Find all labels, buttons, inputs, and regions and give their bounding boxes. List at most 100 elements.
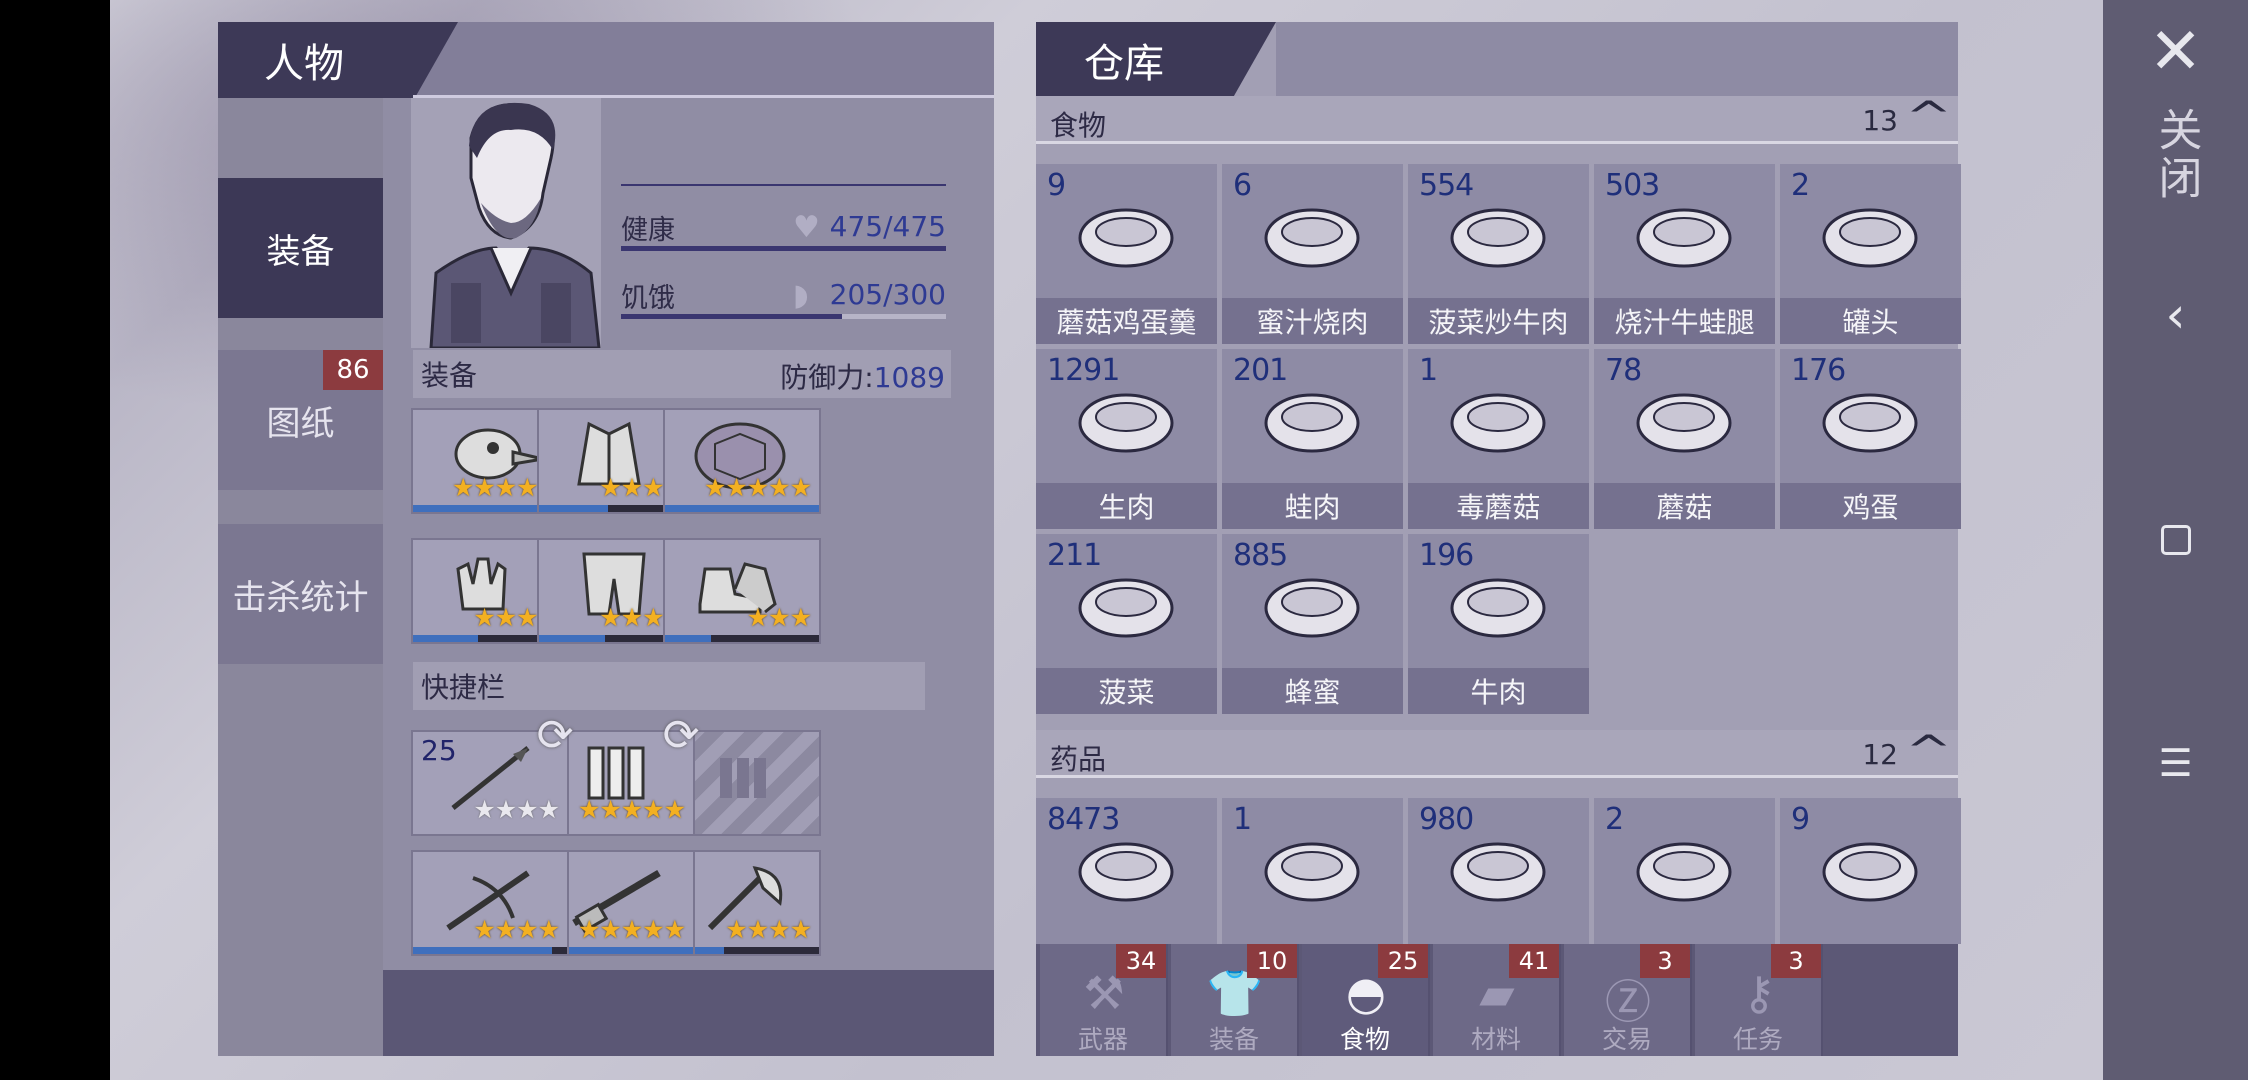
- rating-stars: ★★★★★: [577, 795, 686, 824]
- inventory-item[interactable]: 201 蛙肉: [1222, 349, 1403, 529]
- equipment-slot[interactable]: ★★★★★: [663, 408, 821, 514]
- durability-bar: [413, 947, 567, 954]
- durability-bar: [665, 505, 819, 512]
- collapse-chevron-icon[interactable]: ^: [1906, 728, 1953, 774]
- inventory-item[interactable]: 78 蘑菇: [1594, 349, 1775, 529]
- equipment-slot[interactable]: ★★★: [663, 538, 821, 644]
- refresh-icon[interactable]: ⟳: [655, 710, 707, 762]
- hunger-bar-track: [621, 314, 946, 319]
- item-count: 2: [1605, 802, 1624, 837]
- item-count: 2: [1791, 168, 1810, 203]
- tab-blueprints[interactable]: 图纸 86: [218, 350, 383, 490]
- tab-badge: 25: [1378, 944, 1428, 978]
- menu-icon[interactable]: ☰: [2103, 728, 2248, 798]
- inventory-item[interactable]: 6 蜜汁烧肉: [1222, 164, 1403, 344]
- inventory-item[interactable]: 211 菠菜: [1036, 534, 1217, 714]
- spinach-icon: [1078, 578, 1174, 638]
- rating-stars: ★★★★★: [703, 473, 812, 502]
- character-title: 人物: [264, 41, 344, 87]
- collapse-chevron-icon[interactable]: ^: [1906, 94, 1953, 140]
- inventory-item[interactable]: 9 蘑菇鸡蛋羹: [1036, 164, 1217, 344]
- home-icon[interactable]: [2103, 505, 2248, 575]
- food-category-header[interactable]: 食物 13 ^: [1036, 94, 1958, 144]
- item-count: 8473: [1047, 802, 1120, 837]
- character-info: 健康 ♥ 475/475 饥饿 ◗ 205/300 装备 防御力:1089 ★★…: [383, 98, 994, 970]
- durability-fill: [665, 505, 819, 512]
- soup-bowl-icon: [1078, 208, 1174, 268]
- storage-tab[interactable]: ⚷ 任务 3: [1695, 944, 1823, 1056]
- medicine-category-header[interactable]: 药品 12 ^: [1036, 728, 1958, 778]
- item-name: 牛肉: [1408, 668, 1589, 714]
- item-name: 蘑菇: [1594, 483, 1775, 529]
- item-name: 蜂蜜: [1222, 668, 1403, 714]
- item-count: 885: [1233, 538, 1288, 573]
- close-icon[interactable]: ✕: [2103, 12, 2248, 92]
- side-tabs: 装备 图纸 86 击杀统计: [218, 98, 383, 1056]
- item-name: 蘑菇鸡蛋羹: [1036, 298, 1217, 344]
- game-view: 人物 装备 图纸 86 击杀统计 健康 ♥ 475/475 饥饿 ◗ 205/3…: [110, 0, 2103, 1080]
- item-name: 生肉: [1036, 483, 1217, 529]
- system-nav-bar: ✕ 关闭 ‹ ☰: [2103, 0, 2248, 1080]
- storage-tab-label: 食物: [1339, 1025, 1390, 1054]
- honeycomb-icon: [1264, 578, 1360, 638]
- inventory-item[interactable]: 2 罐头: [1780, 164, 1961, 344]
- inventory-item[interactable]: 885 蜂蜜: [1222, 534, 1403, 714]
- inventory-item[interactable]: 196 牛肉: [1408, 534, 1589, 714]
- inventory-item[interactable]: 503 烧汁牛蛙腿: [1594, 164, 1775, 344]
- durability-fill: [413, 635, 478, 642]
- inventory-item[interactable]: 176 鸡蛋: [1780, 349, 1961, 529]
- item-count: 554: [1419, 168, 1474, 203]
- rating-stars: ★★★★★: [577, 915, 686, 944]
- inventory-item[interactable]: 1: [1222, 798, 1403, 944]
- bottle-icon: [1450, 842, 1546, 902]
- inventory-item[interactable]: 980: [1408, 798, 1589, 944]
- item-count: 25: [421, 734, 457, 767]
- storage-title: 仓库: [1084, 41, 1164, 87]
- item-name: 烧汁牛蛙腿: [1594, 298, 1775, 344]
- mortar-icon: [1822, 842, 1918, 902]
- item-count: 6: [1233, 168, 1252, 203]
- item-count: 201: [1233, 353, 1288, 388]
- tab-blueprints-label: 图纸: [266, 403, 335, 444]
- storage-panel: 仓库 食物 13 ^ 9 蘑菇鸡蛋羹 6 蜜汁烧肉 554 菠菜炒牛肉 503 烧汁牛蛙腿 2 罐…: [1036, 22, 1961, 1056]
- storage-tab[interactable]: Ⓩ 交易 3: [1564, 944, 1692, 1056]
- tab-badge: 41: [1509, 944, 1559, 978]
- equipment-section-header: 装备 防御力:1089: [413, 350, 951, 398]
- inventory-item[interactable]: 8473: [1036, 798, 1217, 944]
- inventory-item[interactable]: 9: [1780, 798, 1961, 944]
- inventory-item[interactable]: 2: [1594, 798, 1775, 944]
- inventory-item[interactable]: 1291 生肉: [1036, 349, 1217, 529]
- close-label[interactable]: 关闭: [2103, 100, 2248, 210]
- tab-badge: 3: [1771, 944, 1821, 978]
- item-count: 196: [1419, 538, 1474, 573]
- defense-value: 1089: [873, 361, 945, 394]
- refresh-icon[interactable]: ⟳: [529, 710, 581, 762]
- item-count: 211: [1047, 538, 1102, 573]
- quickbar-slot[interactable]: ★★★★: [411, 850, 569, 956]
- durability-fill: [413, 947, 552, 954]
- item-name: 蛙肉: [1222, 483, 1403, 529]
- durability-fill: [539, 635, 606, 642]
- canned-food-icon: [1822, 208, 1918, 268]
- food-category-count: 13: [1862, 104, 1898, 137]
- medkit-icon: [1078, 842, 1174, 902]
- storage-tab[interactable]: ⚒ 武器 34: [1040, 944, 1168, 1056]
- back-icon[interactable]: ‹: [2103, 280, 2248, 350]
- item-count: 1: [1233, 802, 1252, 837]
- storage-tab[interactable]: ▰ 材料 41: [1433, 944, 1561, 1056]
- storage-tab[interactable]: 👕 装备 10: [1171, 944, 1299, 1056]
- item-name: 蜜汁烧肉: [1222, 298, 1403, 344]
- tab-kill-stats[interactable]: 击杀统计: [218, 524, 383, 664]
- rating-stars: ★★★: [746, 603, 812, 632]
- item-count: 176: [1791, 353, 1846, 388]
- health-value: 475/475: [829, 210, 946, 243]
- inventory-item[interactable]: 1 毒蘑菇: [1408, 349, 1589, 529]
- tab-equipment[interactable]: 装备: [218, 178, 383, 318]
- storage-title-tab: 仓库: [1036, 22, 1276, 98]
- hunger-bar-fill: [621, 314, 842, 319]
- blueprints-badge: 86: [323, 350, 383, 390]
- inventory-item[interactable]: 554 菠菜炒牛肉: [1408, 164, 1589, 344]
- tab-badge: 3: [1640, 944, 1690, 978]
- hunger-label: 饥饿: [621, 283, 675, 314]
- storage-tab[interactable]: ◓ 食物 25: [1302, 944, 1430, 1056]
